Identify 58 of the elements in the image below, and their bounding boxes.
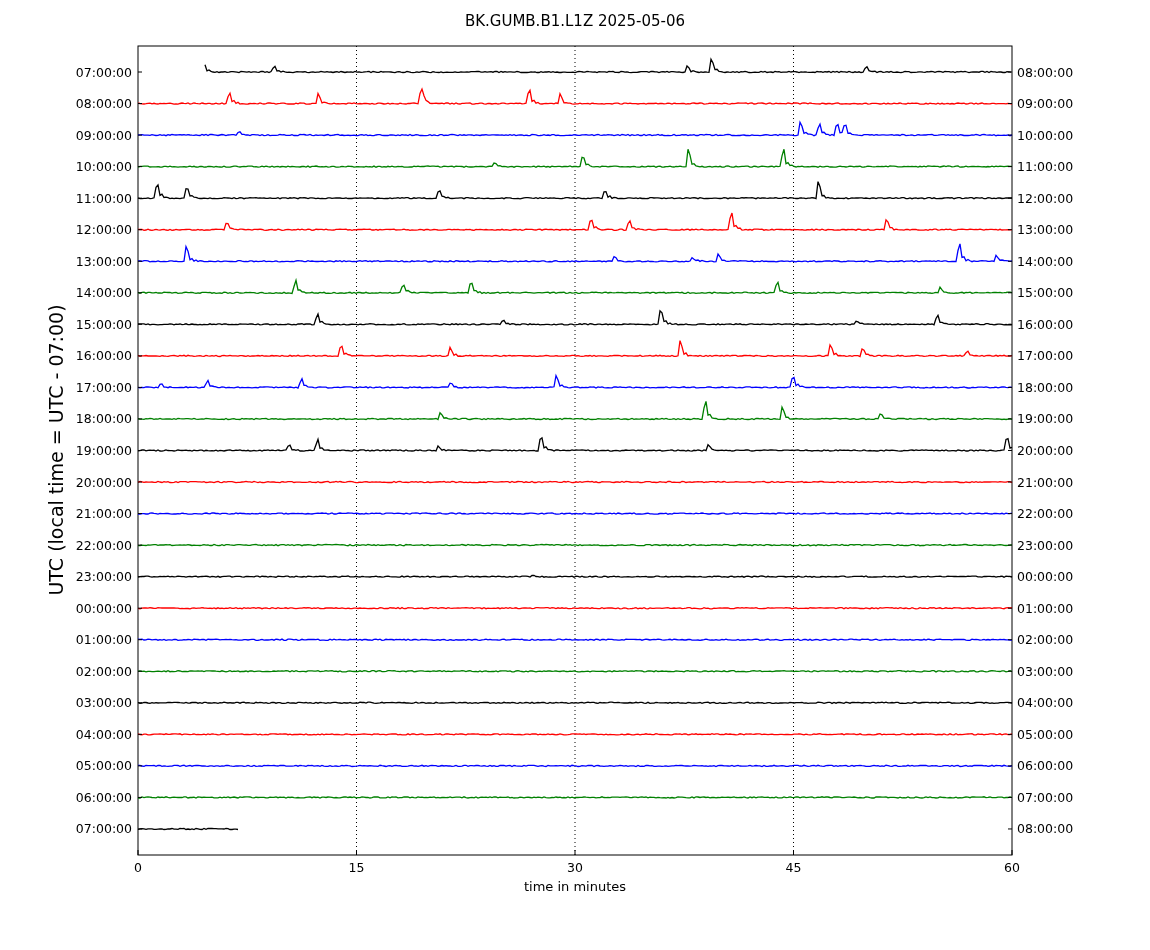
y-axis-label: UTC (local time = UTC - 07:00)	[45, 304, 67, 596]
local-time-label: 19:00:00	[1017, 411, 1074, 427]
local-time-label: 21:00:00	[1017, 474, 1074, 490]
local-time-label: 22:00:00	[1017, 506, 1074, 522]
utc-time-label: 16:00:00	[75, 348, 132, 364]
local-time-label: 07:00:00	[1017, 789, 1074, 805]
local-time-label: 11:00:00	[1017, 159, 1074, 175]
local-time-label: 03:00:00	[1017, 663, 1074, 679]
utc-time-label: 12:00:00	[75, 222, 132, 238]
utc-time-label: 00:00:00	[75, 600, 132, 616]
x-tick-label: 15	[348, 860, 365, 875]
utc-time-label: 07:00:00	[75, 64, 132, 80]
utc-time-label: 03:00:00	[75, 695, 132, 711]
local-time-label: 14:00:00	[1017, 253, 1074, 269]
local-time-label: 23:00:00	[1017, 537, 1074, 553]
utc-time-label: 23:00:00	[75, 569, 132, 585]
x-tick-label: 45	[785, 860, 802, 875]
utc-time-label: 07:00:00	[75, 821, 132, 837]
local-time-label: 08:00:00	[1017, 64, 1074, 80]
local-time-label: 06:00:00	[1017, 758, 1074, 774]
local-time-label: 16:00:00	[1017, 316, 1074, 332]
utc-time-label: 10:00:00	[75, 159, 132, 175]
local-time-label: 20:00:00	[1017, 443, 1074, 458]
utc-time-label: 06:00:00	[75, 789, 132, 805]
utc-time-label: 14:00:00	[75, 285, 132, 301]
local-time-label: 17:00:00	[1017, 348, 1074, 364]
utc-time-label: 05:00:00	[75, 758, 132, 774]
x-tick-label: 30	[567, 860, 583, 875]
utc-time-label: 08:00:00	[75, 96, 132, 112]
local-time-label: 15:00:00	[1017, 285, 1074, 301]
utc-time-label: 13:00:00	[75, 253, 132, 269]
utc-time-label: 18:00:00	[75, 411, 132, 427]
utc-time-label: 21:00:00	[75, 506, 132, 522]
plot-title: BK.GUMB.B1.L1Z 2025-05-06	[464, 12, 686, 32]
utc-time-label: 17:00:00	[75, 379, 132, 395]
utc-time-label: 01:00:00	[75, 632, 132, 648]
utc-time-label: 02:00:00	[75, 663, 132, 679]
utc-time-label: 20:00:00	[75, 474, 132, 490]
utc-time-label: 22:00:00	[75, 537, 132, 553]
x-tick-label: 0	[134, 860, 142, 875]
utc-time-label: 15:00:00	[75, 316, 132, 332]
utc-time-label: 19:00:00	[75, 443, 132, 458]
x-tick-label: 60	[1004, 860, 1020, 875]
local-time-label: 09:00:00	[1017, 96, 1074, 112]
local-time-label: 05:00:00	[1017, 726, 1074, 742]
local-time-label: 08:00:00	[1017, 821, 1074, 837]
utc-time-label: 09:00:00	[75, 127, 132, 143]
local-time-label: 10:00:00	[1017, 127, 1074, 143]
local-time-label: 04:00:00	[1017, 695, 1074, 711]
local-time-label: 18:00:00	[1017, 379, 1074, 395]
utc-time-label: 11:00:00	[75, 190, 132, 206]
utc-time-label: 04:00:00	[75, 726, 132, 742]
local-time-label: 13:00:00	[1017, 222, 1074, 238]
local-time-label: 01:00:00	[1017, 600, 1074, 616]
x-axis-label: time in minutes	[523, 879, 627, 894]
local-time-label: 00:00:00	[1017, 569, 1074, 585]
local-time-label: 12:00:00	[1017, 190, 1074, 206]
local-time-label: 02:00:00	[1017, 632, 1074, 648]
